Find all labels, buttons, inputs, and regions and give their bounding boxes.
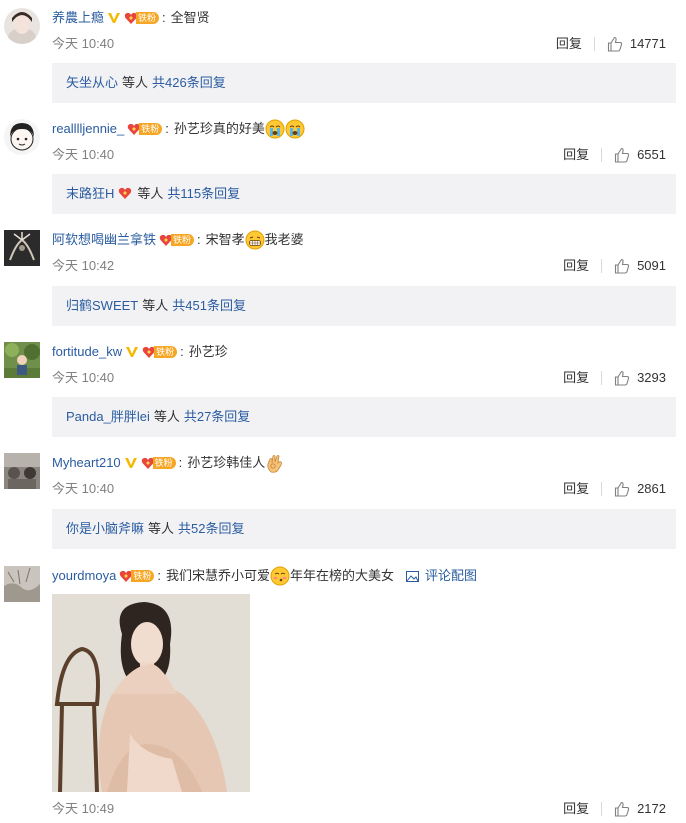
- username[interactable]: 阿软想喝幽兰拿铁: [52, 230, 156, 250]
- username[interactable]: realllljennie_: [52, 119, 124, 139]
- comment-text: 孙艺珍: [188, 344, 228, 359]
- timestamp: 今天 10:40: [52, 147, 115, 162]
- like-count: 2861: [637, 481, 666, 496]
- comment-text: 我们宋慧乔小可爱: [165, 568, 270, 583]
- comment-text: 孙艺珍真的好美: [173, 121, 265, 136]
- avatar[interactable]: [4, 8, 40, 44]
- fan-badge: 铁粉: [124, 11, 160, 25]
- timestamp: 今天 10:40: [52, 36, 115, 51]
- timestamp: 今天 10:42: [52, 258, 115, 273]
- verified-v-icon: [126, 347, 139, 357]
- avatar[interactable]: [4, 566, 40, 602]
- comment-text: 孙艺珍韩佳人: [187, 455, 266, 470]
- heart-icon: [119, 187, 132, 199]
- reply-summary[interactable]: 归鹤SWEET 等人 共451条回复: [52, 286, 676, 326]
- username[interactable]: fortitude_kw: [52, 342, 122, 362]
- fan-badge: 铁粉: [141, 456, 176, 470]
- reply-user-link[interactable]: 矢坐从心: [66, 75, 118, 90]
- reply-count-link[interactable]: 共52条回复: [178, 521, 244, 536]
- like-count: 2172: [637, 801, 666, 816]
- reply-summary[interactable]: 你是小脑斧嘛 等人 共52条回复: [52, 509, 676, 549]
- divider: [593, 37, 595, 51]
- thumbs-up-icon[interactable]: [614, 481, 630, 497]
- divider: [601, 482, 603, 496]
- crying-emoji-icon: [285, 119, 305, 139]
- reply-button[interactable]: 回复: [556, 34, 582, 54]
- fan-badge: 铁粉: [159, 233, 195, 247]
- timestamp: 今天 10:49: [52, 801, 115, 816]
- ok-hand-emoji-icon: [267, 455, 283, 473]
- comment-text: 我老婆: [264, 232, 304, 247]
- reply-summary[interactable]: 矢坐从心 等人 共426条回复: [52, 63, 676, 103]
- fan-badge: 铁粉: [127, 122, 163, 136]
- username[interactable]: yourdmoya: [52, 566, 116, 586]
- reply-count-link[interactable]: 共426条回复: [152, 75, 226, 90]
- username[interactable]: 养農上瘾: [52, 8, 104, 28]
- reply-summary[interactable]: 末路狂H 等人 共115条回复: [52, 174, 676, 214]
- comment-text: 年年在榜的大美女: [289, 568, 394, 583]
- avatar[interactable]: [4, 342, 40, 378]
- image-icon: [405, 570, 419, 582]
- like-count: 3293: [637, 370, 666, 385]
- reply-user-link[interactable]: 末路狂H: [66, 186, 114, 201]
- username[interactable]: Myheart210: [52, 453, 121, 473]
- blushing-emoji-icon: [270, 566, 290, 586]
- timestamp: 今天 10:40: [52, 370, 115, 385]
- reply-count-link[interactable]: 共27条回复: [184, 409, 250, 424]
- comment-text: 宋智孝: [205, 232, 245, 247]
- thumbs-up-icon[interactable]: [614, 147, 630, 163]
- thumbs-up-icon[interactable]: [614, 258, 630, 274]
- divider: [601, 371, 603, 385]
- reply-button[interactable]: 回复: [563, 256, 589, 276]
- divider: [601, 259, 603, 273]
- fan-badge: 铁粉: [119, 569, 155, 583]
- avatar[interactable]: [4, 119, 40, 155]
- reply-button[interactable]: 回复: [563, 368, 589, 388]
- thumbs-up-icon[interactable]: [614, 370, 630, 386]
- verified-v-icon: [124, 458, 137, 468]
- comment-image[interactable]: [52, 594, 250, 792]
- reply-button[interactable]: 回复: [563, 479, 589, 499]
- reply-user-link[interactable]: Panda_胖胖lei: [66, 409, 150, 424]
- timestamp: 今天 10:40: [52, 481, 115, 496]
- fan-badge: 铁粉: [142, 345, 178, 359]
- comment-text: 全智贤: [170, 10, 210, 25]
- divider: [601, 148, 603, 162]
- thumbs-up-icon[interactable]: [607, 36, 623, 52]
- avatar[interactable]: [4, 230, 40, 266]
- avatar[interactable]: [4, 453, 40, 489]
- reply-user-link[interactable]: 归鹤SWEET: [66, 298, 138, 313]
- reply-button[interactable]: 回复: [563, 799, 589, 819]
- like-count: 14771: [629, 36, 666, 51]
- grinning-emoji-icon: [245, 230, 265, 250]
- comment-picture-link[interactable]: 评论配图: [405, 566, 477, 586]
- like-count: 5091: [637, 258, 666, 273]
- reply-count-link[interactable]: 共451条回复: [172, 298, 246, 313]
- like-count: 6551: [637, 147, 666, 162]
- reply-button[interactable]: 回复: [563, 145, 589, 165]
- verified-v-icon: [108, 13, 121, 23]
- reply-user-link[interactable]: 你是小脑斧嘛: [66, 521, 144, 536]
- reply-count-link[interactable]: 共115条回复: [167, 186, 240, 201]
- reply-summary[interactable]: Panda_胖胖lei 等人 共27条回复: [52, 397, 676, 437]
- crying-emoji-icon: [265, 119, 285, 139]
- divider: [601, 802, 603, 816]
- thumbs-up-icon[interactable]: [614, 801, 630, 817]
